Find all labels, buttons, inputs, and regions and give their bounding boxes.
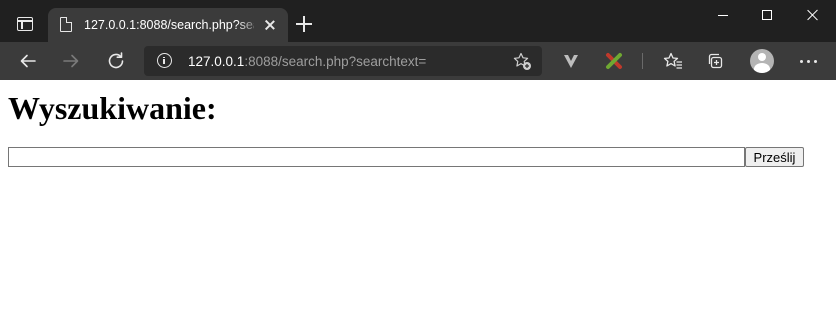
submit-button[interactable]: Prześlij <box>745 147 804 167</box>
tab-title-fade <box>236 14 262 36</box>
window-icon[interactable] <box>17 17 33 31</box>
browser-toolbar: 127.0.0.1:8088/search.php?searchtext= <box>0 42 836 80</box>
favorites-icon[interactable] <box>662 50 684 72</box>
star-plus-icon[interactable] <box>512 51 532 71</box>
browser-tab[interactable]: 127.0.0.1:8088/search.php?searchtext= <box>48 8 288 42</box>
close-icon[interactable] <box>262 17 278 33</box>
new-tab-plus-icon[interactable] <box>296 16 312 32</box>
tab-title: 127.0.0.1:8088/search.php?searchtext= <box>84 18 254 32</box>
refresh-icon[interactable] <box>105 50 127 72</box>
profile-icon[interactable] <box>750 49 774 73</box>
url-path: :8088/search.php?searchtext= <box>244 54 427 69</box>
url-text[interactable]: 127.0.0.1:8088/search.php?searchtext= <box>188 54 426 69</box>
search-input[interactable] <box>8 147 745 167</box>
page-content: Wyszukiwanie: Prześlij <box>0 80 836 328</box>
info-icon[interactable] <box>157 53 172 68</box>
window-close-icon[interactable] <box>806 8 820 22</box>
page-icon <box>60 16 73 32</box>
maximize-icon[interactable] <box>762 10 772 20</box>
page-heading: Wyszukiwanie: <box>8 90 217 126</box>
toolbar-separator <box>642 53 643 69</box>
x-extension-icon[interactable] <box>603 50 625 72</box>
minimize-icon[interactable] <box>716 14 730 18</box>
back-arrow-icon[interactable] <box>17 50 39 72</box>
address-bar[interactable]: 127.0.0.1:8088/search.php?searchtext= <box>144 46 542 76</box>
more-icon[interactable] <box>800 60 818 64</box>
forward-arrow-icon[interactable] <box>60 50 82 72</box>
v-extension-icon[interactable] <box>560 50 582 72</box>
url-host: 127.0.0.1 <box>188 54 245 69</box>
collections-icon[interactable] <box>705 50 727 72</box>
browser-titlebar: 127.0.0.1:8088/search.php?searchtext= <box>0 0 836 42</box>
